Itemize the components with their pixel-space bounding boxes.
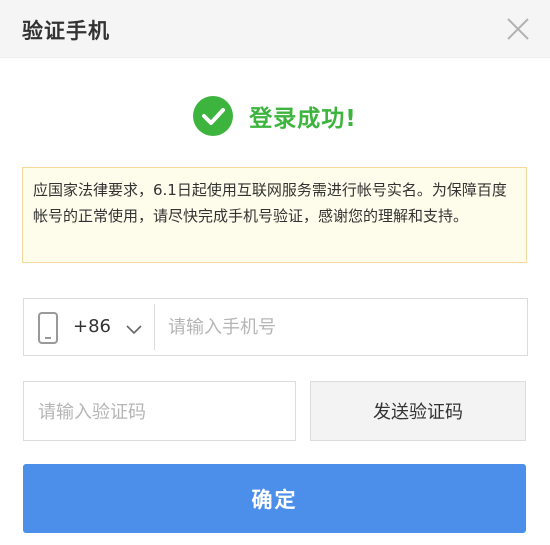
dialog-title: 验证手机 xyxy=(22,19,110,43)
send-code-button[interactable]: 发送验证码 xyxy=(310,381,526,441)
confirm-button[interactable]: 确定 xyxy=(23,464,526,533)
chevron-down-icon[interactable] xyxy=(125,320,143,338)
login-success-banner: 登录成功! xyxy=(0,96,550,136)
close-icon xyxy=(507,18,529,40)
dialog-header: 验证手机 xyxy=(0,0,550,58)
verify-code-row: 发送验证码 xyxy=(23,381,528,441)
field-divider xyxy=(154,304,155,350)
phone-number-field: +86 xyxy=(23,298,528,356)
success-message: 登录成功! xyxy=(249,106,357,132)
phone-input[interactable] xyxy=(168,314,508,340)
verify-code-input[interactable] xyxy=(38,399,278,425)
real-name-notice: 应国家法律要求，6.1日起使用互联网服务需进行帐号实名。为保障百度帐号的正常使用… xyxy=(22,167,527,263)
close-button[interactable] xyxy=(504,15,532,43)
verify-code-field xyxy=(23,381,296,441)
country-code-select[interactable]: +86 xyxy=(73,316,111,337)
mobile-phone-icon xyxy=(38,312,58,344)
check-circle-icon xyxy=(193,96,234,136)
